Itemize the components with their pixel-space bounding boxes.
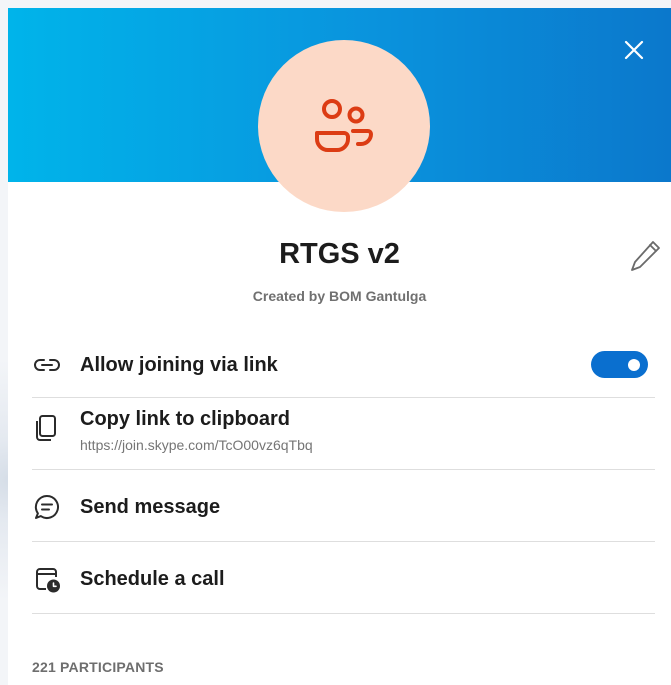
calendar-clock-icon xyxy=(32,564,62,594)
allow-joining-row[interactable]: Allow joining via link xyxy=(32,349,655,381)
close-icon xyxy=(620,36,648,64)
participants-heading: 221 PARTICIPANTS xyxy=(32,659,164,675)
allow-joining-toggle[interactable] xyxy=(591,351,648,378)
group-info-panel: RTGS v2 Created by BOM Gantulga Allow jo… xyxy=(8,8,671,685)
schedule-call-row[interactable]: Schedule a call xyxy=(32,563,655,595)
group-name: RTGS v2 xyxy=(279,238,400,270)
allow-joining-label: Allow joining via link xyxy=(80,353,278,376)
close-button[interactable] xyxy=(620,36,648,64)
pencil-icon xyxy=(628,241,664,278)
created-by-text: Created by BOM Gantulga xyxy=(252,288,427,304)
join-url: https://join.skype.com/TcO00vz6qTbq xyxy=(80,437,313,453)
group-people-icon xyxy=(312,94,376,158)
copy-link-label: Copy link to clipboard xyxy=(80,408,291,430)
toggle-knob xyxy=(628,359,640,371)
divider xyxy=(32,613,655,614)
send-message-label: Send message xyxy=(80,495,221,518)
copy-icon xyxy=(32,412,62,442)
link-icon xyxy=(32,350,62,380)
edit-name-button[interactable] xyxy=(628,238,664,274)
copy-link-text: Copy link to clipboard https://join.skyp… xyxy=(80,408,313,453)
divider xyxy=(32,469,655,470)
send-message-row[interactable]: Send message xyxy=(32,491,655,523)
divider xyxy=(32,397,655,398)
copy-link-row[interactable]: Copy link to clipboard https://join.skyp… xyxy=(32,408,655,464)
group-avatar xyxy=(258,40,430,212)
divider xyxy=(32,541,655,542)
chat-bubble-icon xyxy=(32,492,62,522)
schedule-call-label: Schedule a call xyxy=(80,567,225,590)
